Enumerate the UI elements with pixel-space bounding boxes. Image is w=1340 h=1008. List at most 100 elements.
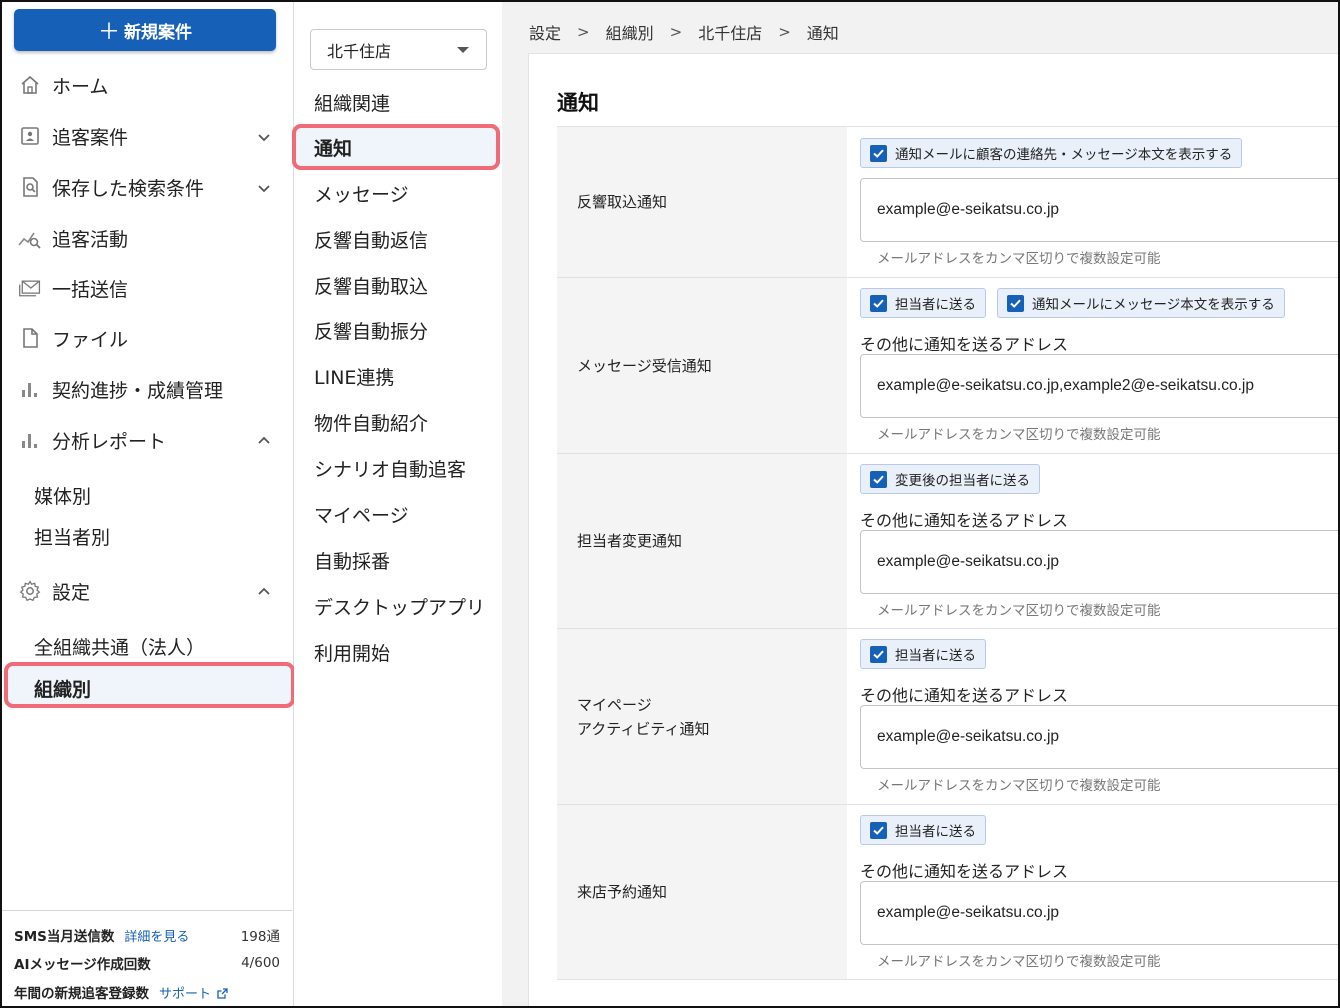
email-hint: メールアドレスをカンマ区切りで複数設定可能 bbox=[877, 954, 1161, 970]
sidebar-item-home[interactable]: ホーム bbox=[2, 65, 292, 105]
menu-item-message[interactable]: メッセージ bbox=[314, 176, 494, 210]
sidebar-item-label: 設定 bbox=[52, 581, 91, 604]
sidebar-item-contract-progress[interactable]: 契約進捗・成績管理 bbox=[2, 369, 292, 409]
sidebar-subitem-by-media[interactable]: 媒体別 bbox=[2, 475, 292, 515]
menu-item-start-using[interactable]: 利用開始 bbox=[314, 635, 494, 669]
row-staff-change: 担当者変更通知 変更後の担当者に送る その他に通知を送るアドレス example… bbox=[557, 454, 1338, 629]
email-field[interactable]: example@e-seikatsu.co.jp bbox=[860, 881, 1338, 945]
sms-details-link[interactable]: 詳細を見る bbox=[124, 926, 189, 945]
email-field[interactable]: example@e-seikatsu.co.jp bbox=[860, 705, 1338, 769]
menu-item-organization[interactable]: 組織関連 bbox=[314, 85, 494, 119]
show-contact-checkbox[interactable]: 通知メールに顧客の連絡先・メッセージ本文を表示する bbox=[860, 138, 1243, 168]
caret-down-icon bbox=[457, 47, 469, 53]
email-value: example@e-seikatsu.co.jp bbox=[877, 728, 1060, 745]
menu-item-label: 物件自動紹介 bbox=[314, 412, 429, 435]
menu-item-desktop-app[interactable]: デスクトップアプリ bbox=[314, 589, 494, 623]
send-to-staff-checkbox[interactable]: 担当者に送る bbox=[860, 288, 986, 318]
row-label: 来店予約通知 bbox=[557, 805, 847, 979]
sidebar-item-label: 追客活動 bbox=[52, 228, 129, 251]
email-value: example@e-seikatsu.co.jp bbox=[877, 904, 1060, 921]
sidebar-subitem-label: 担当者別 bbox=[34, 526, 111, 549]
row-visit-reservation: 来店予約通知 担当者に送る その他に通知を送るアドレス example@e-se… bbox=[557, 805, 1338, 980]
sms-monthly-value: 198通 bbox=[240, 929, 280, 945]
checkbox-label: 通知メールにメッセージ本文を表示する bbox=[1032, 297, 1275, 313]
sidebar-item-label: 分析レポート bbox=[52, 430, 167, 453]
sidebar-subitem-by-staff[interactable]: 担当者別 bbox=[2, 516, 292, 556]
breadcrumb-store[interactable]: 北千住店 bbox=[698, 20, 762, 44]
email-hint: メールアドレスをカンマ区切りで複数設定可能 bbox=[877, 778, 1161, 794]
menu-item-label: シナリオ自動追客 bbox=[314, 458, 467, 481]
sidebar-item-tracking-cases[interactable]: 追客案件 bbox=[2, 116, 292, 156]
chevron-right-icon: > bbox=[778, 23, 791, 41]
sidebar-item-files[interactable]: ファイル bbox=[2, 318, 292, 358]
main-content: 設定 > 組織別 > 北千住店 > 通知 通知 反響取込通知 通知メールに顧客の… bbox=[502, 2, 1338, 1006]
row-label-text: 来店予約通知 bbox=[577, 883, 668, 901]
sms-monthly-row: SMS当月送信数 詳細を見る 198通 bbox=[14, 923, 286, 947]
sidebar-item-label: 保存した検索条件 bbox=[52, 177, 205, 200]
email-field[interactable]: example@e-seikatsu.co.jp,example2@e-seik… bbox=[860, 354, 1338, 418]
row-label-line: アクティビティ通知 bbox=[577, 719, 710, 738]
sidebar-item-saved-search[interactable]: 保存した検索条件 bbox=[2, 167, 292, 207]
sidebar-item-bulk-send[interactable]: 一括送信 bbox=[2, 268, 292, 308]
menu-item-scenario[interactable]: シナリオ自動追客 bbox=[314, 451, 494, 485]
menu-item-auto-numbering[interactable]: 自動採番 bbox=[314, 543, 494, 577]
checkbox-checked-icon bbox=[870, 144, 887, 162]
app-window: ＋ 新規案件 ホーム 追客案件 保存した検索条件 追客活動 一括送信 ファイル … bbox=[0, 0, 1340, 1008]
store-select-value: 北千住店 bbox=[327, 41, 392, 61]
id-card-icon bbox=[18, 124, 42, 148]
chevron-down-icon[interactable] bbox=[256, 128, 272, 144]
sidebar-item-settings[interactable]: 設定 bbox=[2, 571, 292, 611]
home-icon bbox=[18, 73, 42, 97]
plus-icon: ＋ bbox=[97, 20, 120, 45]
chevron-up-icon[interactable] bbox=[256, 583, 272, 599]
menu-item-property-intro[interactable]: 物件自動紹介 bbox=[314, 405, 494, 439]
checkbox-label: 通知メールに顧客の連絡先・メッセージ本文を表示する bbox=[895, 147, 1233, 163]
notification-table: 反響取込通知 通知メールに顧客の連絡先・メッセージ本文を表示する example… bbox=[557, 126, 1338, 980]
sidebar-item-label: 一括送信 bbox=[52, 278, 129, 301]
menu-item-mypage[interactable]: マイページ bbox=[314, 497, 494, 531]
email-hint: メールアドレスをカンマ区切りで複数設定可能 bbox=[877, 251, 1161, 267]
chevron-up-icon[interactable] bbox=[256, 432, 272, 448]
sidebar-item-label: ファイル bbox=[52, 328, 129, 351]
email-value: example@e-seikatsu.co.jp bbox=[877, 201, 1060, 218]
row-label-line: マイページ bbox=[577, 695, 652, 714]
sidebar-subitem-all-org-common[interactable]: 全組織共通（法人） bbox=[2, 626, 292, 666]
email-value: example@e-seikatsu.co.jp,example2@e-seik… bbox=[877, 377, 1254, 394]
gear-icon bbox=[18, 579, 42, 603]
usage-stats: SMS当月送信数 詳細を見る 198通 AIメッセージ作成回数 4/600 年間… bbox=[2, 910, 292, 1006]
menu-item-auto-import[interactable]: 反響自動取込 bbox=[314, 268, 494, 302]
mail-icon bbox=[18, 276, 42, 300]
row-label: メッセージ受信通知 bbox=[557, 278, 847, 453]
send-to-staff-checkbox[interactable]: 担当者に送る bbox=[860, 639, 986, 669]
sidebar-subitem-label: 媒体別 bbox=[34, 485, 92, 508]
sidebar-item-analysis-report[interactable]: 分析レポート bbox=[2, 420, 292, 460]
show-message-body-checkbox[interactable]: 通知メールにメッセージ本文を表示する bbox=[997, 288, 1285, 318]
chevron-down-icon[interactable] bbox=[256, 179, 272, 195]
row-mypage-activity: マイページ アクティビティ通知 担当者に送る その他に通知を送るアドレス exa… bbox=[557, 629, 1338, 805]
bar-chart-icon bbox=[18, 377, 42, 401]
annual-registration-label: 年間の新規追客登録数 bbox=[14, 986, 149, 1002]
sidebar-item-activity[interactable]: 追客活動 bbox=[2, 218, 292, 258]
page-title: 通知 bbox=[557, 91, 599, 115]
menu-item-label: LINE連携 bbox=[314, 366, 395, 389]
sidebar-subitem-by-organization[interactable]: 組織別 bbox=[2, 668, 292, 708]
new-case-button[interactable]: ＋ 新規案件 bbox=[14, 9, 276, 51]
row-label-text: 反響取込通知 bbox=[577, 193, 668, 211]
menu-item-notification[interactable]: 通知 bbox=[314, 130, 494, 164]
checkbox-label: 担当者に送る bbox=[895, 648, 976, 664]
checkbox-checked-icon bbox=[870, 821, 887, 839]
send-to-staff-checkbox[interactable]: 担当者に送る bbox=[860, 815, 986, 845]
breadcrumb-by-organization[interactable]: 組織別 bbox=[606, 20, 654, 44]
menu-item-auto-assign[interactable]: 反響自動振分 bbox=[314, 313, 494, 347]
menu-item-line[interactable]: LINE連携 bbox=[314, 359, 494, 393]
email-field[interactable]: example@e-seikatsu.co.jp bbox=[860, 178, 1338, 242]
breadcrumb: 設定 > 組織別 > 北千住店 > 通知 bbox=[529, 21, 839, 43]
store-select[interactable]: 北千住店 bbox=[310, 29, 487, 70]
checkbox-checked-icon bbox=[1007, 294, 1024, 312]
support-link[interactable]: サポート bbox=[159, 983, 228, 1002]
email-field[interactable]: example@e-seikatsu.co.jp bbox=[860, 530, 1338, 594]
breadcrumb-settings[interactable]: 設定 bbox=[529, 20, 561, 44]
menu-item-auto-reply[interactable]: 反響自動返信 bbox=[314, 222, 494, 256]
send-to-new-staff-checkbox[interactable]: 変更後の担当者に送る bbox=[860, 464, 1040, 494]
chevron-right-icon: > bbox=[577, 23, 590, 41]
